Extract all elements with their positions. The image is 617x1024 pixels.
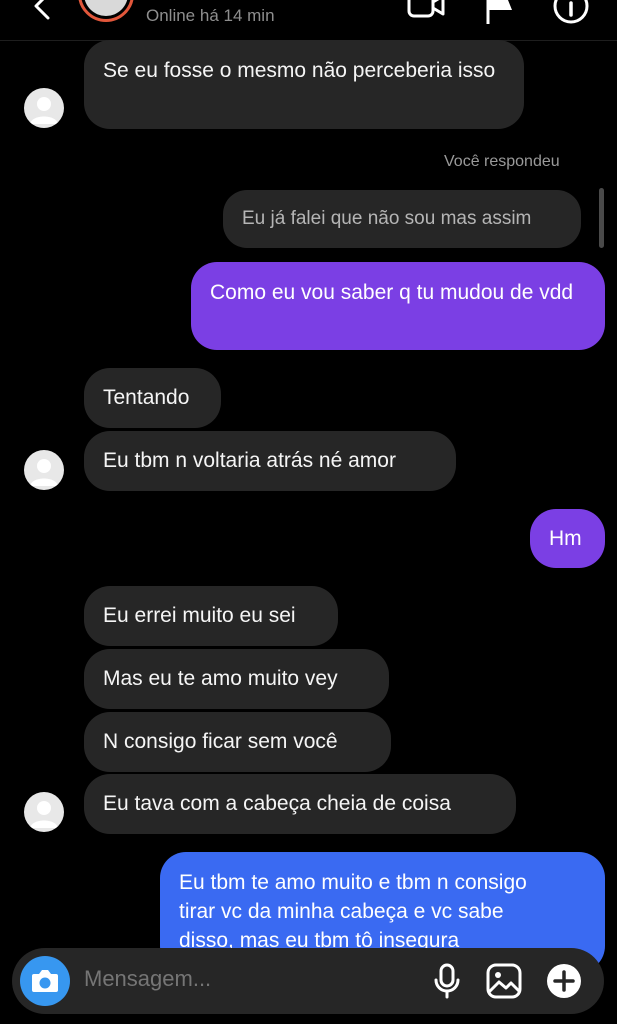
incoming-message[interactable]: Eu tava com a cabeça cheia de coisa bbox=[84, 774, 516, 834]
message-input[interactable] bbox=[84, 966, 404, 992]
outgoing-message[interactable]: Hm bbox=[530, 509, 605, 568]
flag-button[interactable] bbox=[480, 0, 520, 26]
incoming-message[interactable]: N consigo ficar sem você bbox=[84, 712, 391, 772]
sender-avatar[interactable] bbox=[24, 88, 64, 128]
incoming-message[interactable]: Mas eu te amo muito vey bbox=[84, 649, 389, 709]
scroll-indicator[interactable] bbox=[599, 188, 604, 248]
message-text: Tentando bbox=[103, 386, 190, 409]
message-text: Eu tbm n voltaria atrás né amor bbox=[103, 449, 396, 472]
message-text: Se eu fosse o mesmo não perceberia isso bbox=[103, 59, 496, 82]
camera-icon bbox=[32, 970, 58, 992]
contact-avatar[interactable] bbox=[78, 0, 134, 22]
quote-text: Eu já falei que não sou mas assim bbox=[242, 208, 532, 229]
info-button[interactable] bbox=[551, 0, 591, 26]
default-avatar-icon bbox=[30, 459, 58, 486]
incoming-message[interactable]: Eu tbm n voltaria atrás né amor bbox=[84, 431, 456, 491]
back-button[interactable] bbox=[22, 0, 62, 26]
add-button[interactable] bbox=[544, 961, 584, 1001]
incoming-message[interactable]: Tentando bbox=[84, 368, 221, 428]
default-avatar-icon bbox=[30, 801, 58, 828]
video-call-button[interactable] bbox=[406, 0, 446, 26]
sender-avatar[interactable] bbox=[24, 450, 64, 490]
gallery-icon bbox=[486, 963, 522, 999]
video-call-icon bbox=[407, 0, 445, 18]
microphone-button[interactable] bbox=[427, 961, 467, 1001]
message-text: Eu tava com a cabeça cheia de coisa bbox=[103, 792, 451, 815]
back-icon bbox=[34, 0, 50, 20]
outgoing-message[interactable]: Como eu vou saber q tu mudou de vdd bbox=[191, 262, 605, 350]
incoming-message[interactable]: Se eu fosse o mesmo não perceberia isso bbox=[84, 40, 524, 129]
message-composer bbox=[12, 948, 604, 1014]
flag-icon bbox=[486, 0, 512, 24]
camera-button[interactable] bbox=[20, 956, 70, 1006]
gallery-button[interactable] bbox=[484, 961, 524, 1001]
reply-label: Você respondeu bbox=[444, 153, 560, 170]
message-text: Como eu vou saber q tu mudou de vdd bbox=[210, 281, 574, 304]
contact-status: Online há 14 min bbox=[146, 6, 275, 25]
message-text-line: tirar vc da minha cabeça e vc sabe bbox=[179, 900, 504, 923]
sender-avatar[interactable] bbox=[24, 792, 64, 832]
message-text: Eu errei muito eu sei bbox=[103, 604, 296, 627]
message-text: Hm bbox=[549, 527, 582, 550]
add-icon bbox=[547, 964, 581, 998]
info-icon bbox=[553, 0, 589, 24]
message-text: N consigo ficar sem você bbox=[103, 730, 338, 753]
replied-message-quote[interactable]: Eu já falei que não sou mas assim bbox=[223, 190, 581, 248]
chat-header: Online há 14 min bbox=[0, 0, 617, 41]
incoming-message[interactable]: Eu errei muito eu sei bbox=[84, 586, 338, 646]
chat-screen: Online há 14 min Se eu fosse o mesmo não… bbox=[0, 0, 617, 1024]
microphone-icon bbox=[434, 963, 460, 999]
default-avatar-icon bbox=[30, 97, 58, 124]
message-text: Mas eu te amo muito vey bbox=[103, 667, 338, 690]
message-text-line: Eu tbm te amo muito e tbm n consigo bbox=[179, 871, 527, 894]
